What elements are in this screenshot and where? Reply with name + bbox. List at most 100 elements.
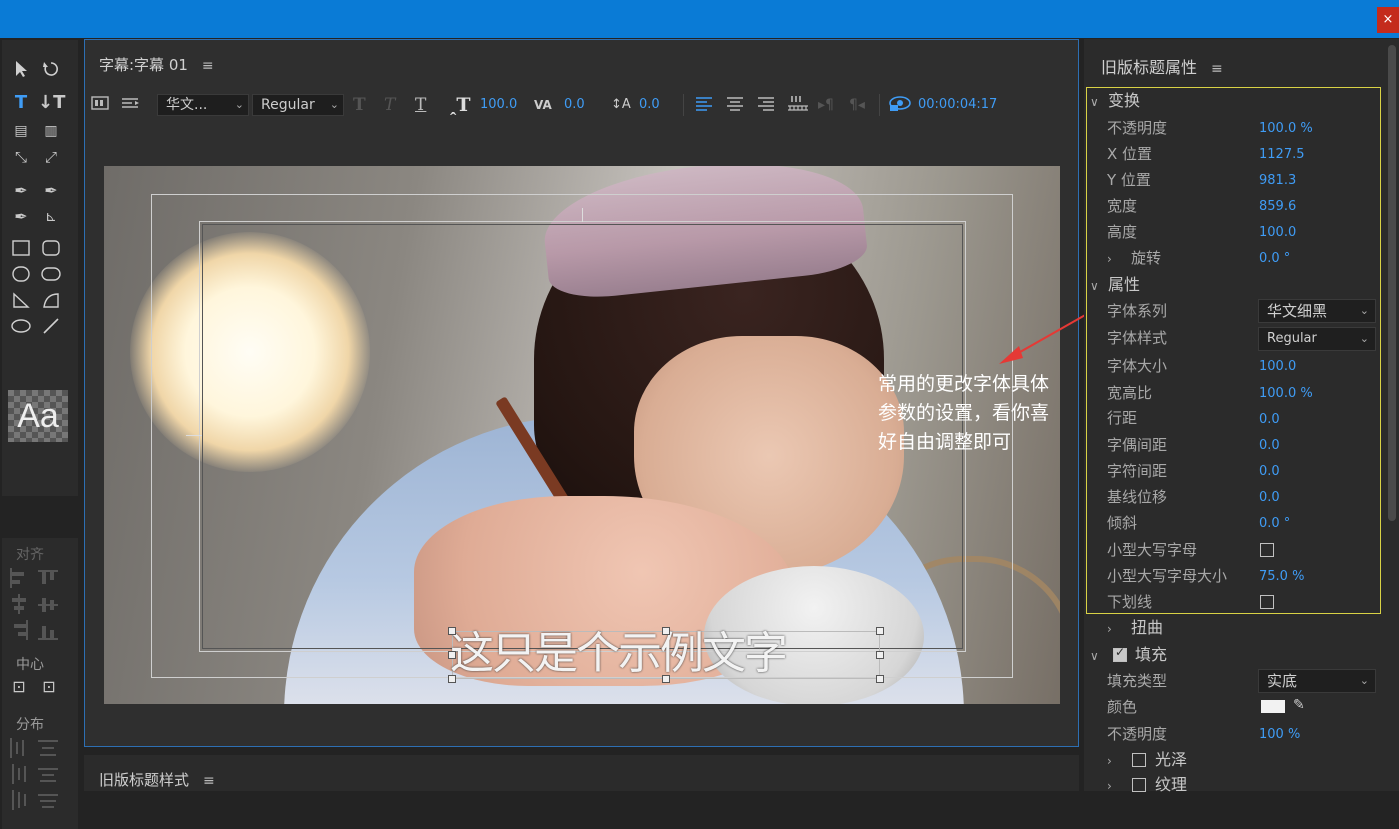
convert-anchor-tool-icon[interactable]: ⊾	[38, 206, 64, 228]
resize-handle-bottom-right[interactable]	[876, 675, 884, 683]
resize-handle-bottom[interactable]	[662, 675, 670, 683]
align-bottom-icon[interactable]	[38, 620, 60, 640]
rounded-corner-rectangle-tool-icon[interactable]	[38, 266, 64, 288]
type-tool-icon[interactable]: T	[8, 92, 34, 114]
path-type-tool-icon[interactable]: ⤡	[8, 146, 34, 168]
small-caps-size-value[interactable]: 75.0 %	[1259, 567, 1304, 587]
toolbar-font-size-value[interactable]: 100.0	[480, 94, 517, 116]
pen-tool-icon[interactable]: ✒	[8, 180, 34, 202]
add-anchor-tool-icon[interactable]: ✒	[8, 206, 34, 228]
eyedropper-icon[interactable]: ✎	[1293, 697, 1305, 713]
paragraph-left-icon[interactable]: ▸¶	[818, 94, 834, 116]
distribute-center-vertical-icon[interactable]	[38, 764, 60, 784]
rotation-value[interactable]: 0.0 °	[1259, 249, 1290, 269]
texture-checkbox[interactable]	[1132, 778, 1146, 792]
center-vertical-icon[interactable]: ⊡	[36, 676, 62, 698]
resize-handle-top[interactable]	[662, 627, 670, 635]
ellipse-tool-icon[interactable]	[8, 318, 34, 340]
sheen-section-header[interactable]: ›	[1107, 750, 1131, 770]
show-background-video-icon[interactable]	[889, 94, 911, 116]
align-left-icon[interactable]	[8, 568, 30, 588]
sheen-checkbox[interactable]	[1132, 753, 1146, 767]
fill-checkbox[interactable]	[1113, 645, 1127, 662]
x-position-value[interactable]: 1127.5	[1259, 145, 1305, 165]
clipped-corner-rectangle-tool-icon[interactable]	[8, 266, 34, 288]
area-type-tool-icon[interactable]: ▤	[8, 120, 34, 142]
align-right-icon[interactable]	[8, 620, 30, 640]
align-top-icon[interactable]	[38, 568, 60, 588]
attributes-section-header[interactable]: ∨ 属性	[1090, 275, 1140, 295]
rotation-row[interactable]: › 旋转	[1107, 248, 1161, 268]
close-button[interactable]: ×	[1377, 7, 1399, 33]
arc-tool-icon[interactable]	[38, 292, 64, 314]
align-center-horizontal-icon[interactable]	[8, 594, 30, 614]
vertical-area-type-tool-icon[interactable]: ▥	[38, 120, 64, 142]
align-left-text-icon[interactable]	[694, 94, 714, 116]
paragraph-right-icon[interactable]: ¶◂	[849, 94, 865, 116]
wedge-tool-icon[interactable]	[8, 292, 34, 314]
fill-type-dropdown[interactable]: 实底 ⌄	[1258, 669, 1376, 693]
vertical-path-type-tool-icon[interactable]: ⤢	[38, 146, 64, 168]
y-position-value[interactable]: 981.3	[1259, 171, 1296, 191]
roll-crawl-options-icon[interactable]	[91, 94, 109, 116]
baseline-shift-value[interactable]: 0.0	[1259, 488, 1280, 508]
toolbar-kerning-value[interactable]: 0.0	[564, 94, 585, 116]
toolbar-font-style-dropdown[interactable]: Regular ⌄	[252, 94, 344, 116]
properties-menu-icon[interactable]: ≡	[1211, 61, 1223, 77]
tab-stops-icon[interactable]	[120, 94, 140, 116]
viewer-menu-icon[interactable]: ≡	[202, 58, 214, 74]
distribute-right-icon[interactable]	[8, 790, 30, 810]
subtitle-text[interactable]: 这只是个示例文字	[450, 628, 882, 680]
slant-label: 倾斜	[1107, 514, 1138, 532]
selection-tool-icon[interactable]	[8, 60, 34, 82]
fill-section-header[interactable]: ∨	[1090, 645, 1108, 665]
style-preview-swatch[interactable]: Aa	[8, 390, 68, 442]
small-caps-checkbox[interactable]	[1260, 543, 1274, 557]
slant-value[interactable]: 0.0 °	[1259, 514, 1290, 534]
aspect-value[interactable]: 100.0 %	[1259, 384, 1313, 404]
height-value[interactable]: 100.0	[1259, 223, 1296, 243]
bold-icon[interactable]: T	[353, 94, 366, 116]
line-tool-icon[interactable]	[38, 318, 64, 340]
kerning-value[interactable]: 0.0	[1259, 436, 1280, 456]
opacity-value[interactable]: 100.0 %	[1259, 119, 1313, 139]
align-right-text-icon[interactable]	[756, 94, 776, 116]
fill-opacity-value[interactable]: 100 %	[1259, 725, 1300, 745]
fill-color-swatch[interactable]	[1261, 700, 1285, 713]
resize-handle-bottom-left[interactable]	[448, 675, 456, 683]
transform-section-header[interactable]: ∨ 变换	[1090, 91, 1140, 111]
distribute-center-horizontal-icon[interactable]	[8, 764, 30, 784]
tracking-value[interactable]: 0.0	[1259, 462, 1280, 482]
toolbar-font-family-dropdown[interactable]: 华文... ⌄	[157, 94, 249, 116]
delete-anchor-tool-icon[interactable]: ✒	[38, 180, 64, 202]
font-style-dropdown[interactable]: Regular ⌄	[1258, 327, 1376, 351]
distribute-left-icon[interactable]	[8, 738, 30, 758]
rotation-tool-icon[interactable]	[38, 60, 64, 82]
tab-stops-ruler-icon[interactable]	[787, 94, 809, 116]
italic-icon[interactable]: T	[384, 94, 395, 116]
rounded-rectangle-tool-icon[interactable]	[38, 240, 64, 262]
texture-section-header[interactable]: ›	[1107, 775, 1131, 795]
font-family-dropdown[interactable]: 华文细黑 ⌄	[1258, 299, 1376, 323]
resize-handle-top-left[interactable]	[448, 627, 456, 635]
resize-handle-left[interactable]	[448, 651, 456, 659]
vertical-type-tool-icon[interactable]: ↓T	[38, 92, 65, 114]
font-size-value[interactable]: 100.0	[1259, 357, 1296, 377]
center-horizontal-icon[interactable]: ⊡	[6, 676, 32, 698]
distribute-top-icon[interactable]	[38, 738, 60, 758]
resize-handle-right[interactable]	[876, 651, 884, 659]
width-value[interactable]: 859.6	[1259, 197, 1296, 217]
underline-icon[interactable]: T	[415, 94, 426, 116]
styles-menu-icon[interactable]: ≡	[203, 773, 215, 789]
properties-scrollbar[interactable]	[1388, 45, 1396, 521]
resize-handle-top-right[interactable]	[876, 627, 884, 635]
toolbar-leading-value[interactable]: 0.0	[639, 94, 660, 116]
align-center-text-icon[interactable]	[725, 94, 745, 116]
distribute-bottom-icon[interactable]	[38, 790, 60, 810]
leading-value[interactable]: 0.0	[1259, 410, 1280, 430]
rectangle-tool-icon[interactable]	[8, 240, 34, 262]
distort-section-header[interactable]: › 扭曲	[1107, 618, 1163, 638]
timecode-value[interactable]: 00:00:04:17	[918, 94, 997, 116]
align-center-vertical-icon[interactable]	[38, 594, 60, 614]
underline-checkbox[interactable]	[1260, 595, 1274, 609]
